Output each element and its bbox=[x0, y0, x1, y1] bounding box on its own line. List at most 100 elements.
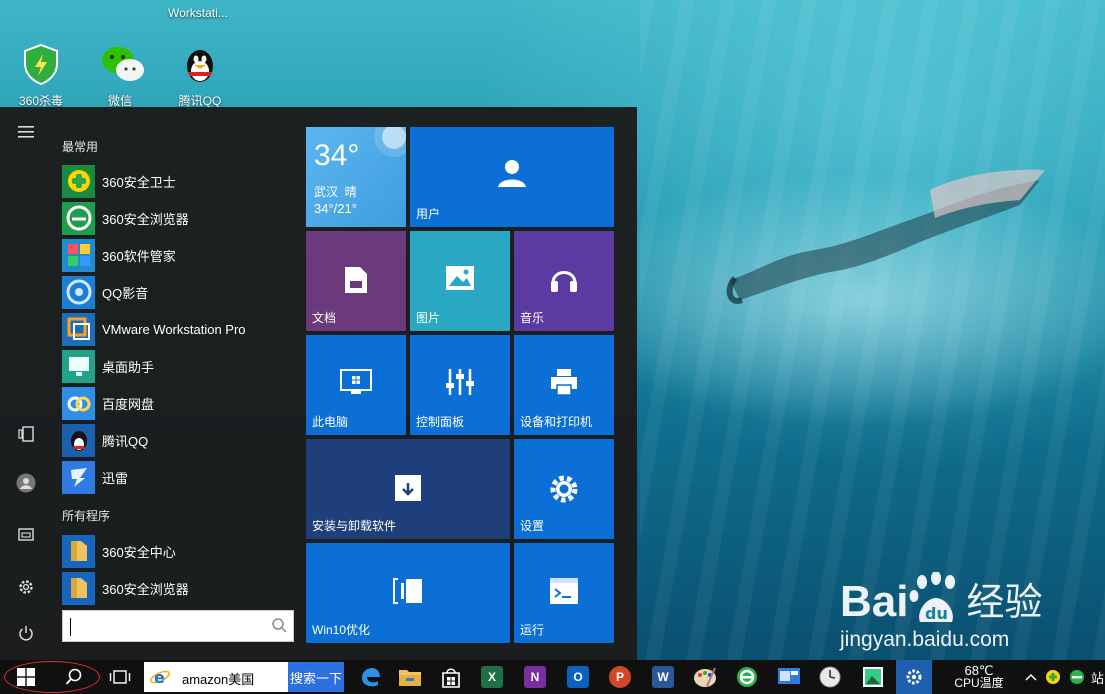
desktop-icon-wechat[interactable]: 微信 bbox=[85, 42, 155, 109]
taskbar-360-browser[interactable] bbox=[729, 660, 765, 694]
onenote-icon: N bbox=[524, 666, 546, 688]
svg-text:du: du bbox=[925, 604, 948, 623]
tile-user[interactable]: 用户 bbox=[410, 127, 614, 227]
baidu-search-input[interactable]: e amazon美国 bbox=[144, 662, 288, 692]
app-item-qq[interactable]: 腾讯QQ bbox=[62, 423, 294, 457]
folder-icon bbox=[399, 670, 421, 686]
shield-icon bbox=[19, 42, 63, 86]
360-browser-icon bbox=[737, 667, 757, 687]
taskbar-outlook[interactable]: O bbox=[560, 660, 596, 694]
desktop-assistant-icon bbox=[62, 349, 95, 383]
optimize-icon bbox=[393, 578, 422, 604]
qq-player-icon bbox=[62, 275, 95, 309]
tile-music[interactable]: 音乐 bbox=[514, 231, 614, 331]
search-highlight-circle bbox=[4, 661, 100, 693]
tile-control-panel[interactable]: 控制面板 bbox=[410, 335, 510, 435]
tile-weather[interactable]: 34° 武汉 晴 34°/21° bbox=[306, 127, 406, 227]
excel-icon: X bbox=[481, 666, 503, 688]
gear-icon bbox=[550, 475, 578, 503]
taskbar-paint[interactable] bbox=[687, 660, 723, 694]
app-window-icon bbox=[778, 668, 800, 684]
task-view-button[interactable] bbox=[104, 660, 136, 694]
weather-range: 34°/21° bbox=[314, 201, 357, 216]
gear-icon[interactable] bbox=[13, 574, 39, 600]
desktop-icon-qq[interactable]: 腾讯QQ bbox=[165, 42, 235, 109]
thunder-icon bbox=[62, 460, 95, 494]
wechat-icon bbox=[98, 42, 144, 86]
folder-icon bbox=[62, 534, 95, 568]
qq-penguin-icon bbox=[178, 42, 222, 86]
tile-run[interactable]: 运行 bbox=[514, 543, 614, 643]
desktop-icon-360-antivirus[interactable]: 360杀毒 bbox=[6, 42, 76, 109]
taskbar-onenote[interactable]: N bbox=[517, 660, 553, 694]
search-icon bbox=[272, 618, 287, 633]
picture-icon bbox=[446, 266, 474, 290]
word-icon: W bbox=[652, 666, 674, 688]
360-browser-icon bbox=[1070, 670, 1084, 684]
app-item-qq-player[interactable]: QQ影音 bbox=[62, 275, 294, 309]
tray-360-browser[interactable] bbox=[1066, 660, 1088, 694]
taskbar-powerpoint[interactable]: P bbox=[602, 660, 638, 694]
cpu-temp-label: CPU温度 bbox=[954, 676, 1004, 690]
start-search-input[interactable] bbox=[62, 610, 294, 642]
tile-install-uninstall[interactable]: 安装与卸载软件 bbox=[306, 439, 510, 539]
app-item-thunder[interactable]: 迅雷 bbox=[62, 460, 294, 494]
tile-pictures[interactable]: 图片 bbox=[410, 231, 510, 331]
desktop-icon-label-vmware: Workstati... bbox=[168, 6, 228, 20]
app-item-360-browser-folder[interactable]: 360安全浏览器 bbox=[62, 571, 294, 605]
taskbar-settings[interactable] bbox=[896, 660, 932, 694]
outlook-icon: O bbox=[567, 666, 589, 688]
app-item-360-browser[interactable]: 360安全浏览器 bbox=[62, 201, 294, 235]
taskbar-image-app[interactable] bbox=[855, 660, 891, 694]
app-item-360-guard[interactable]: 360安全卫士 bbox=[62, 164, 294, 198]
tile-this-pc[interactable]: 此电脑 bbox=[306, 335, 406, 435]
most-used-header: 最常用 bbox=[62, 140, 99, 154]
qq-penguin-icon bbox=[62, 423, 95, 457]
svg-text:e: e bbox=[154, 668, 165, 687]
user-icon bbox=[498, 160, 526, 187]
diver-illustration bbox=[726, 169, 1045, 304]
app-item-desktop-assistant[interactable]: 桌面助手 bbox=[62, 349, 294, 383]
taskbar-word[interactable]: W bbox=[645, 660, 681, 694]
tray-360-guard[interactable] bbox=[1042, 660, 1064, 694]
hamburger-menu-icon[interactable] bbox=[13, 119, 39, 145]
tile-win10-optimize[interactable]: Win10优化 bbox=[306, 543, 510, 643]
tile-documents[interactable]: 文档 bbox=[306, 231, 406, 331]
chevron-up-icon bbox=[1025, 674, 1037, 681]
taskbar-app-window[interactable] bbox=[771, 660, 807, 694]
tablet-mode-icon[interactable] bbox=[13, 421, 39, 447]
tray-expand-button[interactable] bbox=[1022, 660, 1040, 694]
weather-temp: 34° bbox=[314, 139, 360, 172]
cpu-temp-widget[interactable]: 68℃ CPU温度 bbox=[948, 660, 1010, 694]
power-icon[interactable] bbox=[13, 620, 39, 646]
360-software-icon bbox=[62, 238, 95, 272]
360-guard-icon bbox=[62, 164, 95, 198]
taskbar-clock-app[interactable] bbox=[812, 660, 848, 694]
app-item-360-center-folder[interactable]: 360安全中心 bbox=[62, 534, 294, 568]
baidu-jingyan-watermark: Bai du 经验 jingyan.baidu.com bbox=[840, 572, 1043, 652]
store-bag-icon bbox=[442, 668, 460, 688]
file-explorer-icon[interactable] bbox=[13, 521, 39, 547]
taskbar-file-explorer[interactable] bbox=[392, 660, 428, 694]
tile-settings[interactable]: 设置 bbox=[514, 439, 614, 539]
app-item-baidu-netdisk[interactable]: 百度网盘 bbox=[62, 386, 294, 420]
taskbar-store[interactable] bbox=[433, 660, 469, 694]
baidu-search-button[interactable]: 搜索一下 bbox=[288, 662, 344, 692]
headphones-icon bbox=[551, 271, 577, 292]
powerpoint-icon: P bbox=[609, 666, 631, 688]
sun-icon bbox=[374, 127, 406, 157]
run-command-icon bbox=[550, 578, 578, 604]
document-icon bbox=[345, 267, 367, 293]
image-app-icon bbox=[863, 667, 883, 687]
tile-devices-printers[interactable]: 设备和打印机 bbox=[514, 335, 614, 435]
app-item-vmware[interactable]: VMware Workstation Pro bbox=[62, 312, 294, 346]
gear-icon bbox=[906, 669, 922, 685]
tray-clipped-label: 站 bbox=[1090, 670, 1104, 686]
task-view-icon bbox=[109, 670, 131, 684]
user-avatar-icon[interactable] bbox=[13, 470, 39, 496]
taskbar-excel[interactable]: X bbox=[474, 660, 510, 694]
all-programs-header: 所有程序 bbox=[62, 509, 111, 523]
app-item-360-software[interactable]: 360软件管家 bbox=[62, 238, 294, 272]
taskbar-edge[interactable] bbox=[352, 660, 388, 694]
sliders-icon bbox=[446, 369, 474, 395]
